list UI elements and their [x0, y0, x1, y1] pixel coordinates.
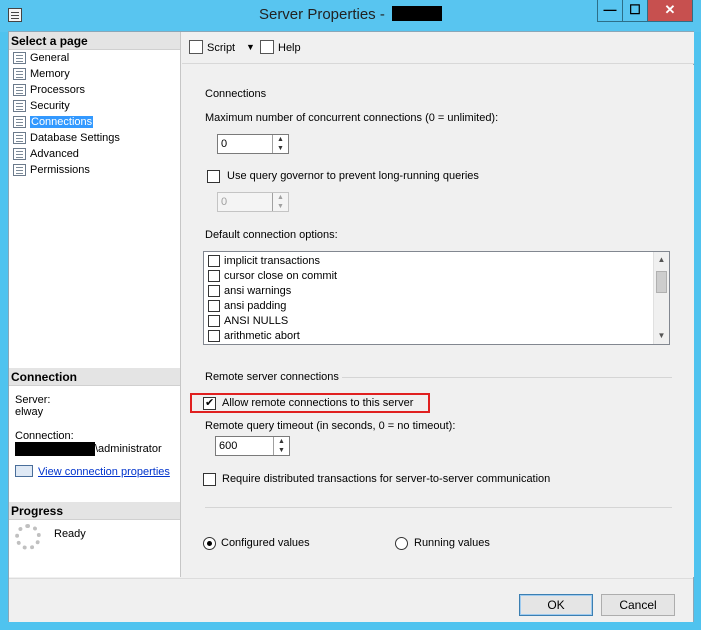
- scroll-down-icon[interactable]: ▼: [654, 328, 669, 343]
- stepper-up-icon[interactable]: ▲: [273, 135, 288, 144]
- list-item[interactable]: ansi padding: [206, 299, 651, 314]
- cancel-button[interactable]: Cancel: [601, 594, 675, 616]
- distributed-transactions-checkbox[interactable]: [203, 473, 216, 486]
- option-checkbox[interactable]: [208, 255, 220, 267]
- running-values-label: Running values: [414, 537, 490, 549]
- script-icon: [189, 40, 203, 54]
- stepper-up-icon[interactable]: ▲: [274, 437, 289, 446]
- stepper-down-icon[interactable]: ▼: [274, 446, 289, 455]
- server-value: elway: [15, 406, 44, 418]
- page-item-memory[interactable]: Memory: [12, 66, 70, 82]
- query-governor-stepper: 0 ▲ ▼: [217, 192, 289, 212]
- connection-properties-icon: [15, 465, 33, 477]
- remote-timeout-stepper[interactable]: 600 ▲ ▼: [215, 436, 290, 456]
- script-button[interactable]: Script: [189, 40, 235, 54]
- values-divider: [205, 507, 672, 508]
- script-dropdown-chevron-icon[interactable]: ▼: [246, 42, 255, 52]
- stepper-up-icon: ▲: [277, 194, 284, 201]
- remote-group-divider: [342, 377, 672, 378]
- list-item[interactable]: cursor close on commit: [206, 269, 651, 284]
- dialog-footer: OK Cancel: [9, 578, 693, 622]
- options-scrollbar[interactable]: ▲ ▼: [653, 252, 669, 344]
- page-item-processors[interactable]: Processors: [12, 82, 85, 98]
- progress-spinner-icon: [15, 524, 41, 550]
- page-item-general[interactable]: General: [12, 50, 69, 66]
- configured-values-label: Configured values: [221, 537, 310, 549]
- running-values-radio[interactable]: [395, 537, 408, 550]
- query-governor-label: Use query governor to prevent long-runni…: [227, 170, 479, 182]
- allow-remote-checkbox[interactable]: [203, 396, 216, 410]
- list-item[interactable]: ANSI NULLS: [206, 314, 651, 329]
- page-icon: [13, 84, 26, 96]
- option-checkbox[interactable]: [208, 285, 220, 297]
- distributed-transactions-label: Require distributed transactions for ser…: [222, 473, 551, 485]
- connection-header: Connection: [9, 368, 180, 386]
- progress-header: Progress: [9, 502, 180, 520]
- page-icon: [13, 100, 26, 112]
- connection-value: \administrator: [95, 443, 162, 455]
- remote-timeout-label: Remote query timeout (in seconds, 0 = no…: [205, 420, 456, 432]
- stepper-down-icon[interactable]: ▼: [273, 144, 288, 153]
- option-checkbox[interactable]: [208, 300, 220, 312]
- help-icon: [260, 40, 274, 54]
- remote-timeout-value: 600: [219, 440, 238, 452]
- connections-page: Connections Maximum number of concurrent…: [182, 65, 694, 577]
- default-options-label: Default connection options:: [205, 229, 338, 241]
- option-checkbox[interactable]: [208, 330, 220, 342]
- list-item[interactable]: arithmetic abort: [206, 329, 651, 344]
- redacted-connection-domain: [15, 442, 95, 456]
- page-icon: [13, 52, 26, 64]
- server-label: Server:: [15, 394, 51, 406]
- remote-group-label: Remote server connections: [205, 371, 339, 383]
- ok-button[interactable]: OK: [519, 594, 593, 616]
- minimize-button[interactable]: —: [597, 0, 623, 22]
- page-item-advanced[interactable]: Advanced: [12, 146, 79, 162]
- dialog-client-area: Select a page General Memory Processors …: [8, 31, 694, 622]
- list-item[interactable]: implicit transactions: [206, 254, 651, 269]
- page-item-connections[interactable]: Connections: [12, 114, 94, 130]
- option-checkbox[interactable]: [208, 315, 220, 327]
- allow-remote-label: Allow remote connections to this server: [222, 397, 414, 409]
- page-icon: [13, 68, 26, 80]
- page-icon: [13, 116, 26, 128]
- page-item-database-settings[interactable]: Database Settings: [12, 130, 120, 146]
- scroll-thumb[interactable]: [656, 271, 667, 293]
- page-icon: [13, 132, 26, 144]
- left-pane: Select a page General Memory Processors …: [9, 32, 181, 577]
- scroll-up-icon[interactable]: ▲: [654, 252, 669, 267]
- view-connection-properties-link[interactable]: View connection properties: [38, 466, 170, 478]
- list-item[interactable]: ansi warnings: [206, 284, 651, 299]
- stepper-down-icon: ▼: [277, 203, 284, 210]
- help-button[interactable]: Help: [260, 40, 301, 54]
- redacted-server-name: [392, 6, 443, 21]
- progress-status: Ready: [54, 528, 86, 540]
- window-title: Server Properties -: [0, 6, 701, 23]
- default-options-list[interactable]: implicit transactions cursor close on co…: [203, 251, 670, 345]
- page-icon: [13, 148, 26, 160]
- max-connections-label: Maximum number of concurrent connections…: [205, 112, 499, 124]
- maximize-button[interactable]: ☐: [622, 0, 648, 22]
- page-icon: [13, 164, 26, 176]
- max-connections-value: 0: [221, 138, 228, 150]
- query-governor-checkbox[interactable]: [207, 170, 220, 183]
- connection-label: Connection:: [15, 430, 74, 442]
- query-governor-value: 0: [221, 196, 228, 208]
- toolbar: Script ▼ Help: [182, 32, 694, 64]
- option-checkbox[interactable]: [208, 270, 220, 282]
- close-button[interactable]: ✕: [647, 0, 693, 22]
- connections-group-label: Connections: [205, 88, 267, 100]
- max-connections-stepper[interactable]: 0 ▲ ▼: [217, 134, 289, 154]
- page-item-security[interactable]: Security: [12, 98, 70, 114]
- configured-values-radio[interactable]: [203, 537, 216, 550]
- select-page-header: Select a page: [9, 32, 180, 50]
- page-item-permissions[interactable]: Permissions: [12, 162, 90, 178]
